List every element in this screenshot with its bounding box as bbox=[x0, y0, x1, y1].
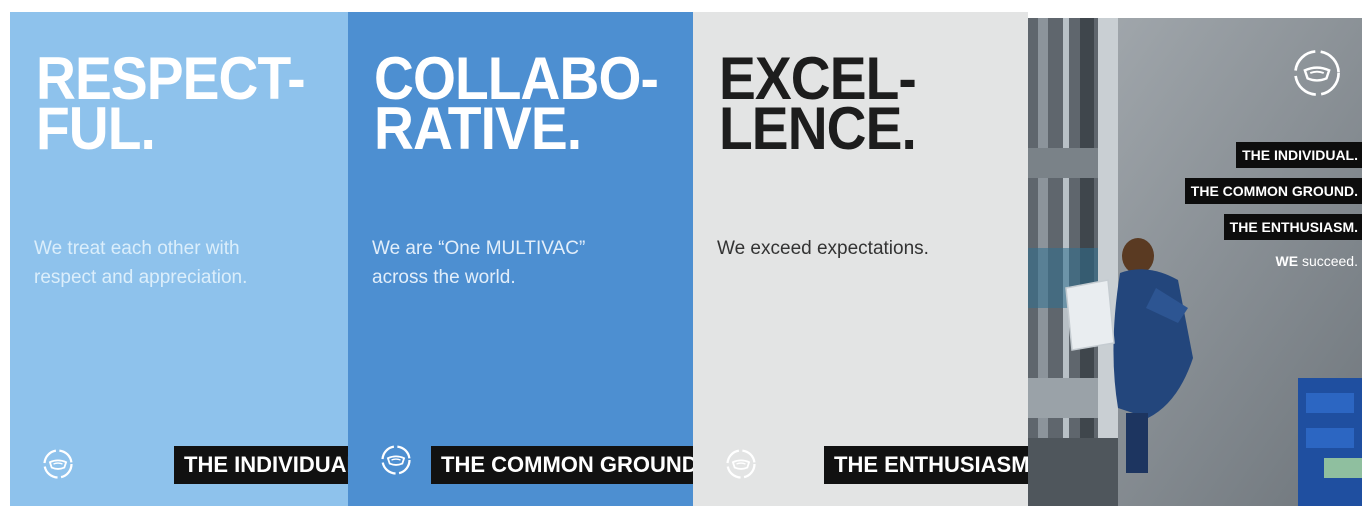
subline-line: We exceed expectations. bbox=[717, 238, 929, 259]
poster-collaborative: COLLABO- RATIVE. We are “One MULTIVAC” a… bbox=[348, 12, 693, 506]
headline-collaborative: COLLABO- RATIVE. bbox=[374, 49, 659, 159]
stack-the-enthusiasm: THE ENTHUSIASM. bbox=[1223, 214, 1362, 240]
multivac-logo-icon bbox=[1294, 50, 1340, 96]
tag-the-enthusiasm: THE ENTHUSIASM. bbox=[824, 446, 1028, 484]
poster-excellence: EXCEL- LENCE. We exceed expectations. TH… bbox=[693, 12, 1028, 506]
tag-the-individual: THE INDIVIDUAL. bbox=[174, 446, 348, 484]
poster-respectful: RESPECT- FUL. We treat each other with r… bbox=[10, 12, 348, 506]
stack-we-succeed: WE succeed. bbox=[1270, 248, 1362, 274]
we-text: WE bbox=[1275, 253, 1299, 269]
multivac-logo-icon bbox=[726, 449, 756, 479]
multivac-logo-icon bbox=[381, 445, 411, 475]
subline-excellence: We exceed expectations. bbox=[717, 234, 929, 263]
stack-the-common-ground: THE COMMON GROUND. bbox=[1184, 178, 1362, 204]
subline-line: respect and appreciation. bbox=[34, 267, 248, 288]
stack-the-individual: THE INDIVIDUAL. bbox=[1236, 142, 1362, 168]
subline-line: We are “One MULTIVAC” bbox=[372, 238, 586, 259]
headline-excellence: EXCEL- LENCE. bbox=[719, 49, 917, 162]
subline-line: We treat each other with bbox=[34, 238, 240, 259]
multivac-logo-icon bbox=[43, 449, 73, 479]
headline-line: LENCE. bbox=[719, 95, 917, 162]
headline-respectful: RESPECT- FUL. bbox=[36, 49, 306, 159]
subline-collaborative: We are “One MULTIVAC” across the world. bbox=[372, 234, 585, 292]
poster-photo: THE INDIVIDUAL. THE COMMON GROUND. THE E… bbox=[1028, 18, 1362, 506]
succeed-text: succeed. bbox=[1298, 253, 1358, 269]
subline-line: across the world. bbox=[372, 267, 516, 288]
tag-the-common-ground: THE COMMON GROUND. bbox=[431, 446, 693, 484]
subline-respectful: We treat each other with respect and app… bbox=[34, 234, 247, 292]
